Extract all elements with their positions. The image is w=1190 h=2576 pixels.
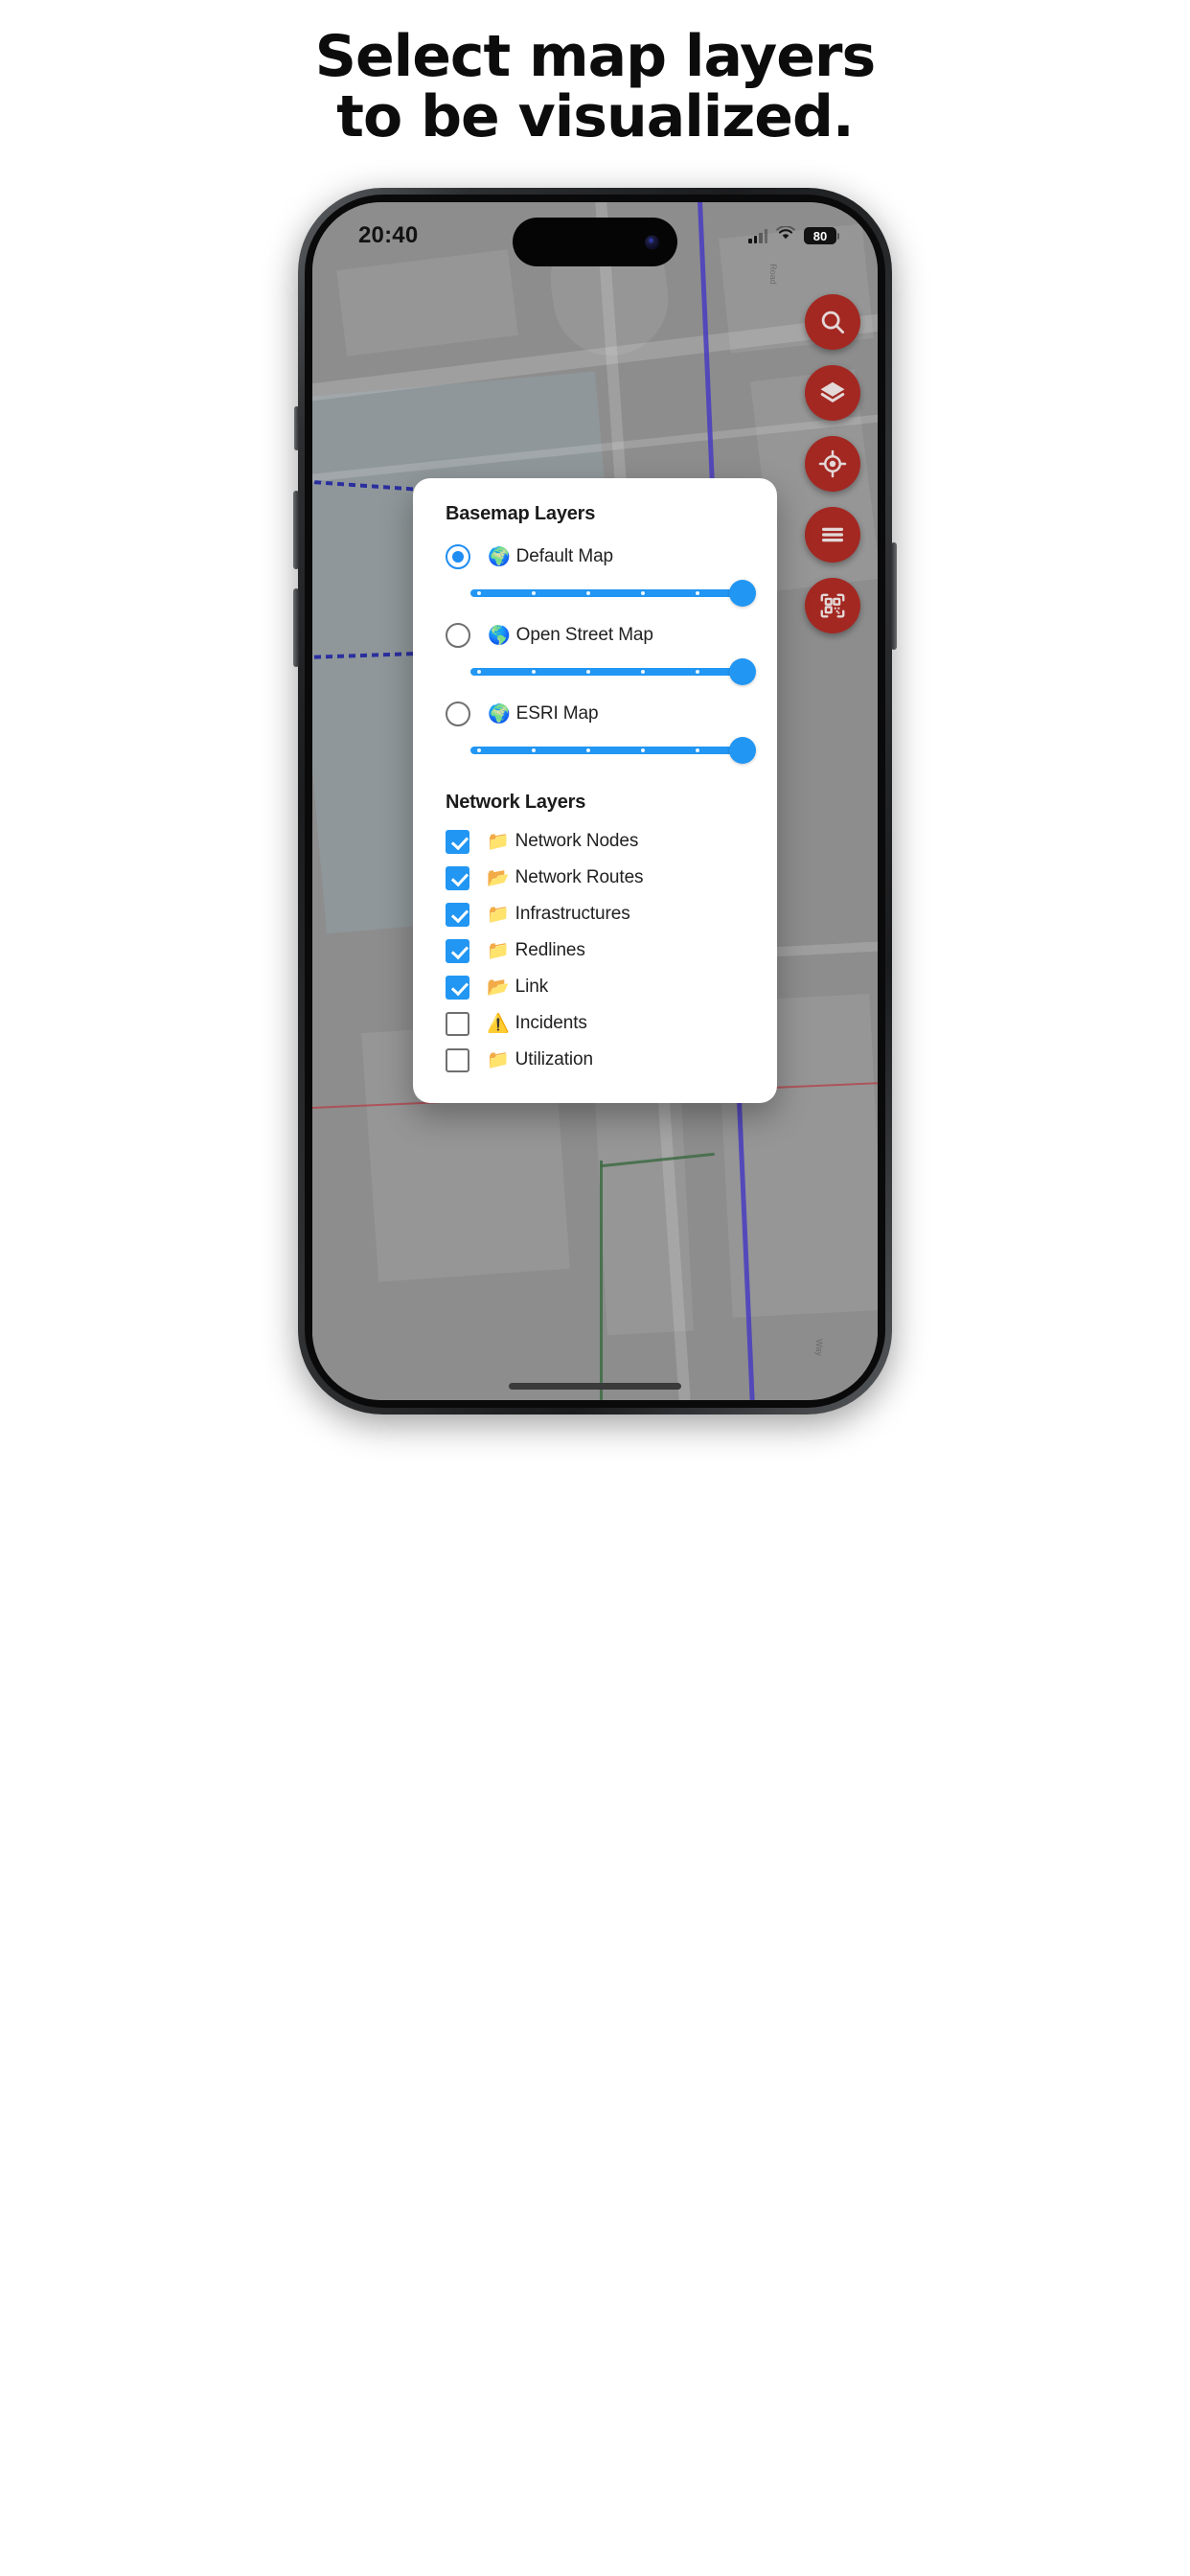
slider-thumb[interactable] (729, 737, 756, 764)
opacity-slider-default-map[interactable] (470, 577, 756, 610)
basemap-layers-title: Basemap Layers (446, 503, 596, 524)
network-layer-utilization[interactable]: 📁 Utilization (434, 1042, 756, 1078)
checkbox-network-routes[interactable] (446, 865, 469, 890)
crosshair-icon (818, 449, 847, 478)
network-layer-label-network-nodes: Network Nodes (515, 831, 639, 851)
folder-red-open-icon: 📂 (487, 977, 510, 998)
network-layer-label-infrastructures: Infrastructures (515, 904, 630, 924)
basemap-option-esri-map[interactable]: 🌍 ESRI Map (434, 696, 756, 732)
basemap-option-open-street-map[interactable]: 🌎 Open Street Map (434, 617, 756, 654)
network-layer-infrastructures[interactable]: 📁 Infrastructures (434, 896, 756, 932)
opacity-slider-esri-map[interactable] (470, 734, 756, 767)
search-icon (818, 308, 847, 336)
radio-default-map[interactable] (446, 544, 470, 569)
map-layers-dialog: Basemap Layers 🌍 Default Map 🌎 Open Stre… (413, 478, 777, 1103)
hamburger-menu-icon (818, 520, 847, 549)
promo-heading-line-1: Select map layers (314, 23, 876, 90)
warning-triangle-icon: ⚠️ (487, 1013, 510, 1034)
volume-up-button[interactable] (293, 491, 299, 569)
network-layer-label-network-routes: Network Routes (515, 867, 644, 887)
slider-ticks (470, 590, 744, 596)
status-bar-indicators: 80 (748, 225, 839, 245)
folder-red-icon: 📁 (487, 940, 510, 961)
battery-icon: 80 (804, 227, 839, 244)
radio-esri-map[interactable] (446, 702, 470, 726)
front-camera-icon (645, 235, 659, 249)
qr-code-scan-icon (818, 591, 847, 620)
checkbox-infrastructures[interactable] (446, 902, 469, 927)
battery-level: 80 (804, 227, 836, 244)
globe-blue-icon: 🌎 (488, 625, 511, 646)
folder-magenta-icon: 📁 (487, 1049, 510, 1070)
slider-thumb[interactable] (729, 580, 756, 607)
qr-scan-fab[interactable] (805, 578, 860, 633)
checkbox-link[interactable] (446, 975, 469, 1000)
network-layer-link[interactable]: 📂 Link (434, 969, 756, 1005)
volume-down-button[interactable] (293, 588, 299, 667)
basemap-label-esri-map: ESRI Map (515, 703, 599, 724)
layers-icon (818, 379, 847, 407)
promo-heading-line-2: to be visualized. (336, 83, 854, 150)
network-layers-title: Network Layers (446, 792, 586, 813)
checkbox-redlines[interactable] (446, 938, 469, 963)
dynamic-island (513, 218, 677, 266)
network-layer-network-routes[interactable]: 📂 Network Routes (434, 860, 756, 896)
menu-fab[interactable] (805, 507, 860, 563)
network-layer-network-nodes[interactable]: 📁 Network Nodes (434, 823, 756, 860)
network-layer-incidents[interactable]: ⚠️ Incidents (434, 1005, 756, 1042)
opacity-slider-open-street-map[interactable] (470, 656, 756, 688)
slider-ticks (470, 669, 744, 675)
home-indicator[interactable] (509, 1383, 681, 1390)
network-layer-label-utilization: Utilization (515, 1049, 593, 1070)
page-title: Select map layers to be visualized. (0, 0, 1190, 148)
power-button[interactable] (891, 542, 897, 650)
network-layer-redlines[interactable]: 📁 Redlines (434, 932, 756, 969)
network-layer-label-redlines: Redlines (515, 940, 585, 960)
folder-green-icon: 📁 (487, 904, 510, 925)
basemap-label-open-street-map: Open Street Map (515, 625, 653, 645)
slider-ticks (470, 748, 744, 753)
wifi-icon (776, 225, 795, 245)
basemap-option-default-map[interactable]: 🌍 Default Map (434, 539, 756, 575)
slider-thumb[interactable] (729, 658, 756, 685)
locate-fab[interactable] (805, 436, 860, 492)
map-toolbar (805, 294, 860, 633)
layers-fab[interactable] (805, 365, 860, 421)
cellular-signal-icon (748, 228, 767, 243)
globe-green-icon: 🌍 (488, 546, 511, 567)
folder-orange-icon: 📂 (487, 867, 510, 888)
basemap-label-default-map: Default Map (515, 546, 614, 566)
checkbox-utilization[interactable] (446, 1047, 469, 1072)
folder-blue-icon: 📁 (487, 831, 510, 852)
search-fab[interactable] (805, 294, 860, 350)
checkbox-network-nodes[interactable] (446, 829, 469, 854)
network-layer-label-link: Link (515, 977, 549, 997)
checkbox-incidents[interactable] (446, 1011, 469, 1036)
globe-orange-icon: 🌍 (488, 703, 511, 724)
status-bar-clock: 20:40 (358, 222, 419, 248)
radio-open-street-map[interactable] (446, 623, 470, 648)
network-layer-label-incidents: Incidents (515, 1013, 587, 1033)
silence-switch[interactable] (294, 406, 299, 450)
phone-screen: Way Road 20:40 80 Basemap Layers 🌍 Defau… (312, 202, 878, 1400)
phone-mockup: Way Road 20:40 80 Basemap Layers 🌍 Defau… (293, 188, 897, 1414)
